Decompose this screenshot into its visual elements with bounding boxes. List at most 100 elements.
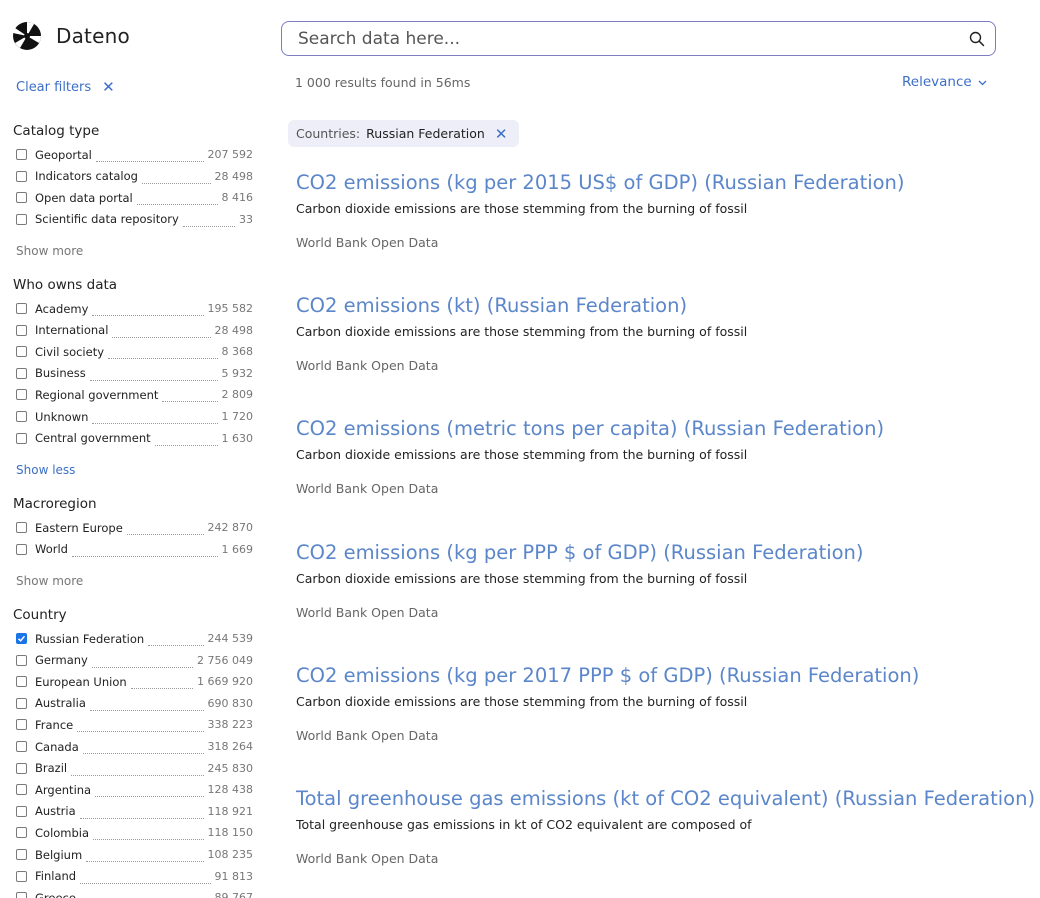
facet-item[interactable]: Argentina 128 438 bbox=[16, 781, 253, 798]
facet-title-catalog-type: Catalog type bbox=[13, 123, 100, 139]
facet-item-count: 8 416 bbox=[221, 191, 254, 205]
dotted-leader bbox=[108, 358, 218, 360]
facet-item[interactable]: Finland 91 813 bbox=[16, 868, 253, 885]
facet-checkbox[interactable] bbox=[16, 719, 27, 731]
facet-checkbox[interactable] bbox=[16, 543, 27, 555]
facet-checkbox[interactable] bbox=[16, 697, 27, 709]
facet-item[interactable]: Austria 118 921 bbox=[16, 803, 253, 820]
facet-checkbox[interactable] bbox=[16, 389, 27, 401]
result-description: Carbon dioxide emissions are those stemm… bbox=[296, 201, 748, 216]
facet-item[interactable]: Regional government 2 809 bbox=[16, 386, 253, 403]
facet-checkbox[interactable] bbox=[16, 346, 27, 358]
facet-checkbox[interactable] bbox=[16, 411, 27, 422]
facet-item[interactable]: Business 5 932 bbox=[16, 365, 253, 382]
facet-title-macroregion: Macroregion bbox=[13, 496, 97, 512]
facet-item-count: 8 368 bbox=[221, 345, 254, 359]
remove-filter-icon[interactable]: ✕ bbox=[495, 125, 508, 143]
show-toggle-owner[interactable]: Show less bbox=[16, 463, 75, 477]
facet-checkbox[interactable] bbox=[16, 827, 27, 839]
result-title-link[interactable]: CO2 emissions (kt) (Russian Federation) bbox=[296, 294, 996, 317]
facet-checkbox[interactable] bbox=[16, 213, 27, 225]
facet-checkbox[interactable] bbox=[16, 870, 27, 882]
facet-item[interactable]: Colombia 118 150 bbox=[16, 824, 253, 841]
facet-item-count: 33 bbox=[239, 212, 253, 226]
facet-checkbox[interactable] bbox=[16, 849, 27, 860]
facet-checkbox[interactable] bbox=[16, 633, 27, 644]
facet-item-count: 338 223 bbox=[207, 718, 254, 732]
app-name: Dateno bbox=[56, 24, 130, 48]
results-summary: 1 000 results found in 56ms bbox=[295, 75, 471, 90]
facet-checkbox[interactable] bbox=[16, 654, 27, 666]
filter-chip-key: Countries: bbox=[296, 126, 361, 141]
result-source: World Bank Open Data bbox=[296, 235, 439, 250]
facet-checkbox[interactable] bbox=[16, 149, 27, 160]
facet-item[interactable]: Eastern Europe 242 870 bbox=[16, 519, 253, 536]
facet-item[interactable]: Canada 318 264 bbox=[16, 738, 253, 755]
search-input[interactable] bbox=[296, 27, 967, 50]
facet-item-count: 28 498 bbox=[214, 323, 254, 337]
facet-checkbox[interactable] bbox=[16, 892, 27, 898]
result-title-link[interactable]: Total greenhouse gas emissions (kt of CO… bbox=[296, 787, 1035, 810]
result-title-link[interactable]: CO2 emissions (kg per 2017 PPP $ of GDP)… bbox=[296, 664, 996, 687]
result-title-link[interactable]: CO2 emissions (kg per PPP $ of GDP) (Rus… bbox=[296, 541, 996, 564]
facet-item-label: Open data portal bbox=[35, 190, 133, 205]
facet-checkbox[interactable] bbox=[16, 324, 27, 336]
result-item: CO2 emissions (kg per PPP $ of GDP) (Rus… bbox=[296, 541, 996, 620]
facet-item[interactable]: Central government 1 630 bbox=[16, 430, 253, 447]
facet-checkbox[interactable] bbox=[16, 192, 27, 204]
facet-item[interactable]: World 1 669 bbox=[16, 541, 253, 558]
facet-item[interactable]: Geoportal 207 592 bbox=[16, 146, 253, 163]
show-toggle-catalog-type[interactable]: Show more bbox=[16, 244, 83, 258]
facet-item-count: 118 921 bbox=[207, 804, 254, 818]
facet-item[interactable]: Scientific data repository 33 bbox=[16, 211, 253, 228]
dotted-leader bbox=[80, 882, 211, 884]
facet-checkbox[interactable] bbox=[16, 784, 27, 796]
search-icon[interactable] bbox=[967, 29, 987, 49]
show-toggle-macroregion[interactable]: Show more bbox=[16, 574, 83, 588]
facet-title-country: Country bbox=[13, 607, 67, 623]
logo[interactable]: Dateno bbox=[12, 21, 130, 51]
facet-checkbox[interactable] bbox=[16, 432, 27, 444]
facet-item[interactable]: Academy 195 582 bbox=[16, 300, 253, 317]
facet-item-label: Academy bbox=[35, 301, 89, 316]
facet-item[interactable]: Belgium 108 235 bbox=[16, 846, 253, 863]
facet-checkbox[interactable] bbox=[16, 762, 27, 774]
dotted-leader bbox=[86, 861, 204, 862]
facet-checkbox[interactable] bbox=[16, 805, 27, 817]
result-title-link[interactable]: CO2 emissions (metric tons per capita) (… bbox=[296, 417, 996, 440]
facet-checkbox[interactable] bbox=[16, 676, 27, 688]
facet-checkbox[interactable] bbox=[16, 170, 27, 182]
facet-item[interactable]: Brazil 245 830 bbox=[16, 760, 253, 777]
facet-item-count: 1 669 920 bbox=[197, 675, 253, 689]
clear-filters-link[interactable]: Clear filters ✕ bbox=[16, 80, 115, 96]
facet-item[interactable]: Australia 690 830 bbox=[16, 695, 253, 712]
facet-checkbox[interactable] bbox=[16, 367, 27, 379]
facet-checkbox[interactable] bbox=[16, 303, 27, 314]
facet-item[interactable]: International 28 498 bbox=[16, 322, 253, 339]
facet-item[interactable]: European Union 1 669 920 bbox=[16, 673, 253, 690]
facet-item[interactable]: Greece 89 767 bbox=[16, 889, 253, 898]
facet-item-label: Brazil bbox=[35, 761, 68, 776]
facet-item[interactable]: Unknown 1 720 bbox=[16, 408, 253, 425]
facet-checkbox[interactable] bbox=[16, 522, 27, 533]
chevron-down-icon bbox=[978, 74, 987, 90]
result-source: World Bank Open Data bbox=[296, 851, 439, 866]
facet-title-owner: Who owns data bbox=[13, 277, 118, 293]
facet-item[interactable]: Indicators catalog 28 498 bbox=[16, 168, 253, 185]
result-description: Carbon dioxide emissions are those stemm… bbox=[296, 693, 748, 709]
facet-item-count: 128 438 bbox=[207, 783, 254, 797]
facet-checkbox[interactable] bbox=[16, 741, 27, 752]
facet-item[interactable]: Russian Federation 244 539 bbox=[16, 630, 253, 647]
result-title-link[interactable]: CO2 emissions (kg per 2015 US$ of GDP) (… bbox=[296, 171, 996, 194]
dotted-leader bbox=[162, 401, 218, 403]
facet-item-count: 690 830 bbox=[207, 696, 254, 710]
facet-item-label: Finland bbox=[35, 869, 77, 884]
facet-item-label: Eastern Europe bbox=[35, 520, 123, 535]
result-description: Carbon dioxide emissions are those stemm… bbox=[296, 570, 748, 586]
facet-item[interactable]: Germany 2 756 049 bbox=[16, 652, 253, 669]
sort-dropdown[interactable]: Relevance bbox=[902, 74, 987, 90]
facet-item[interactable]: France 338 223 bbox=[16, 716, 253, 733]
facet-item[interactable]: Civil society 8 368 bbox=[16, 343, 253, 360]
facet-item[interactable]: Open data portal 8 416 bbox=[16, 189, 253, 206]
dotted-leader bbox=[148, 645, 204, 646]
